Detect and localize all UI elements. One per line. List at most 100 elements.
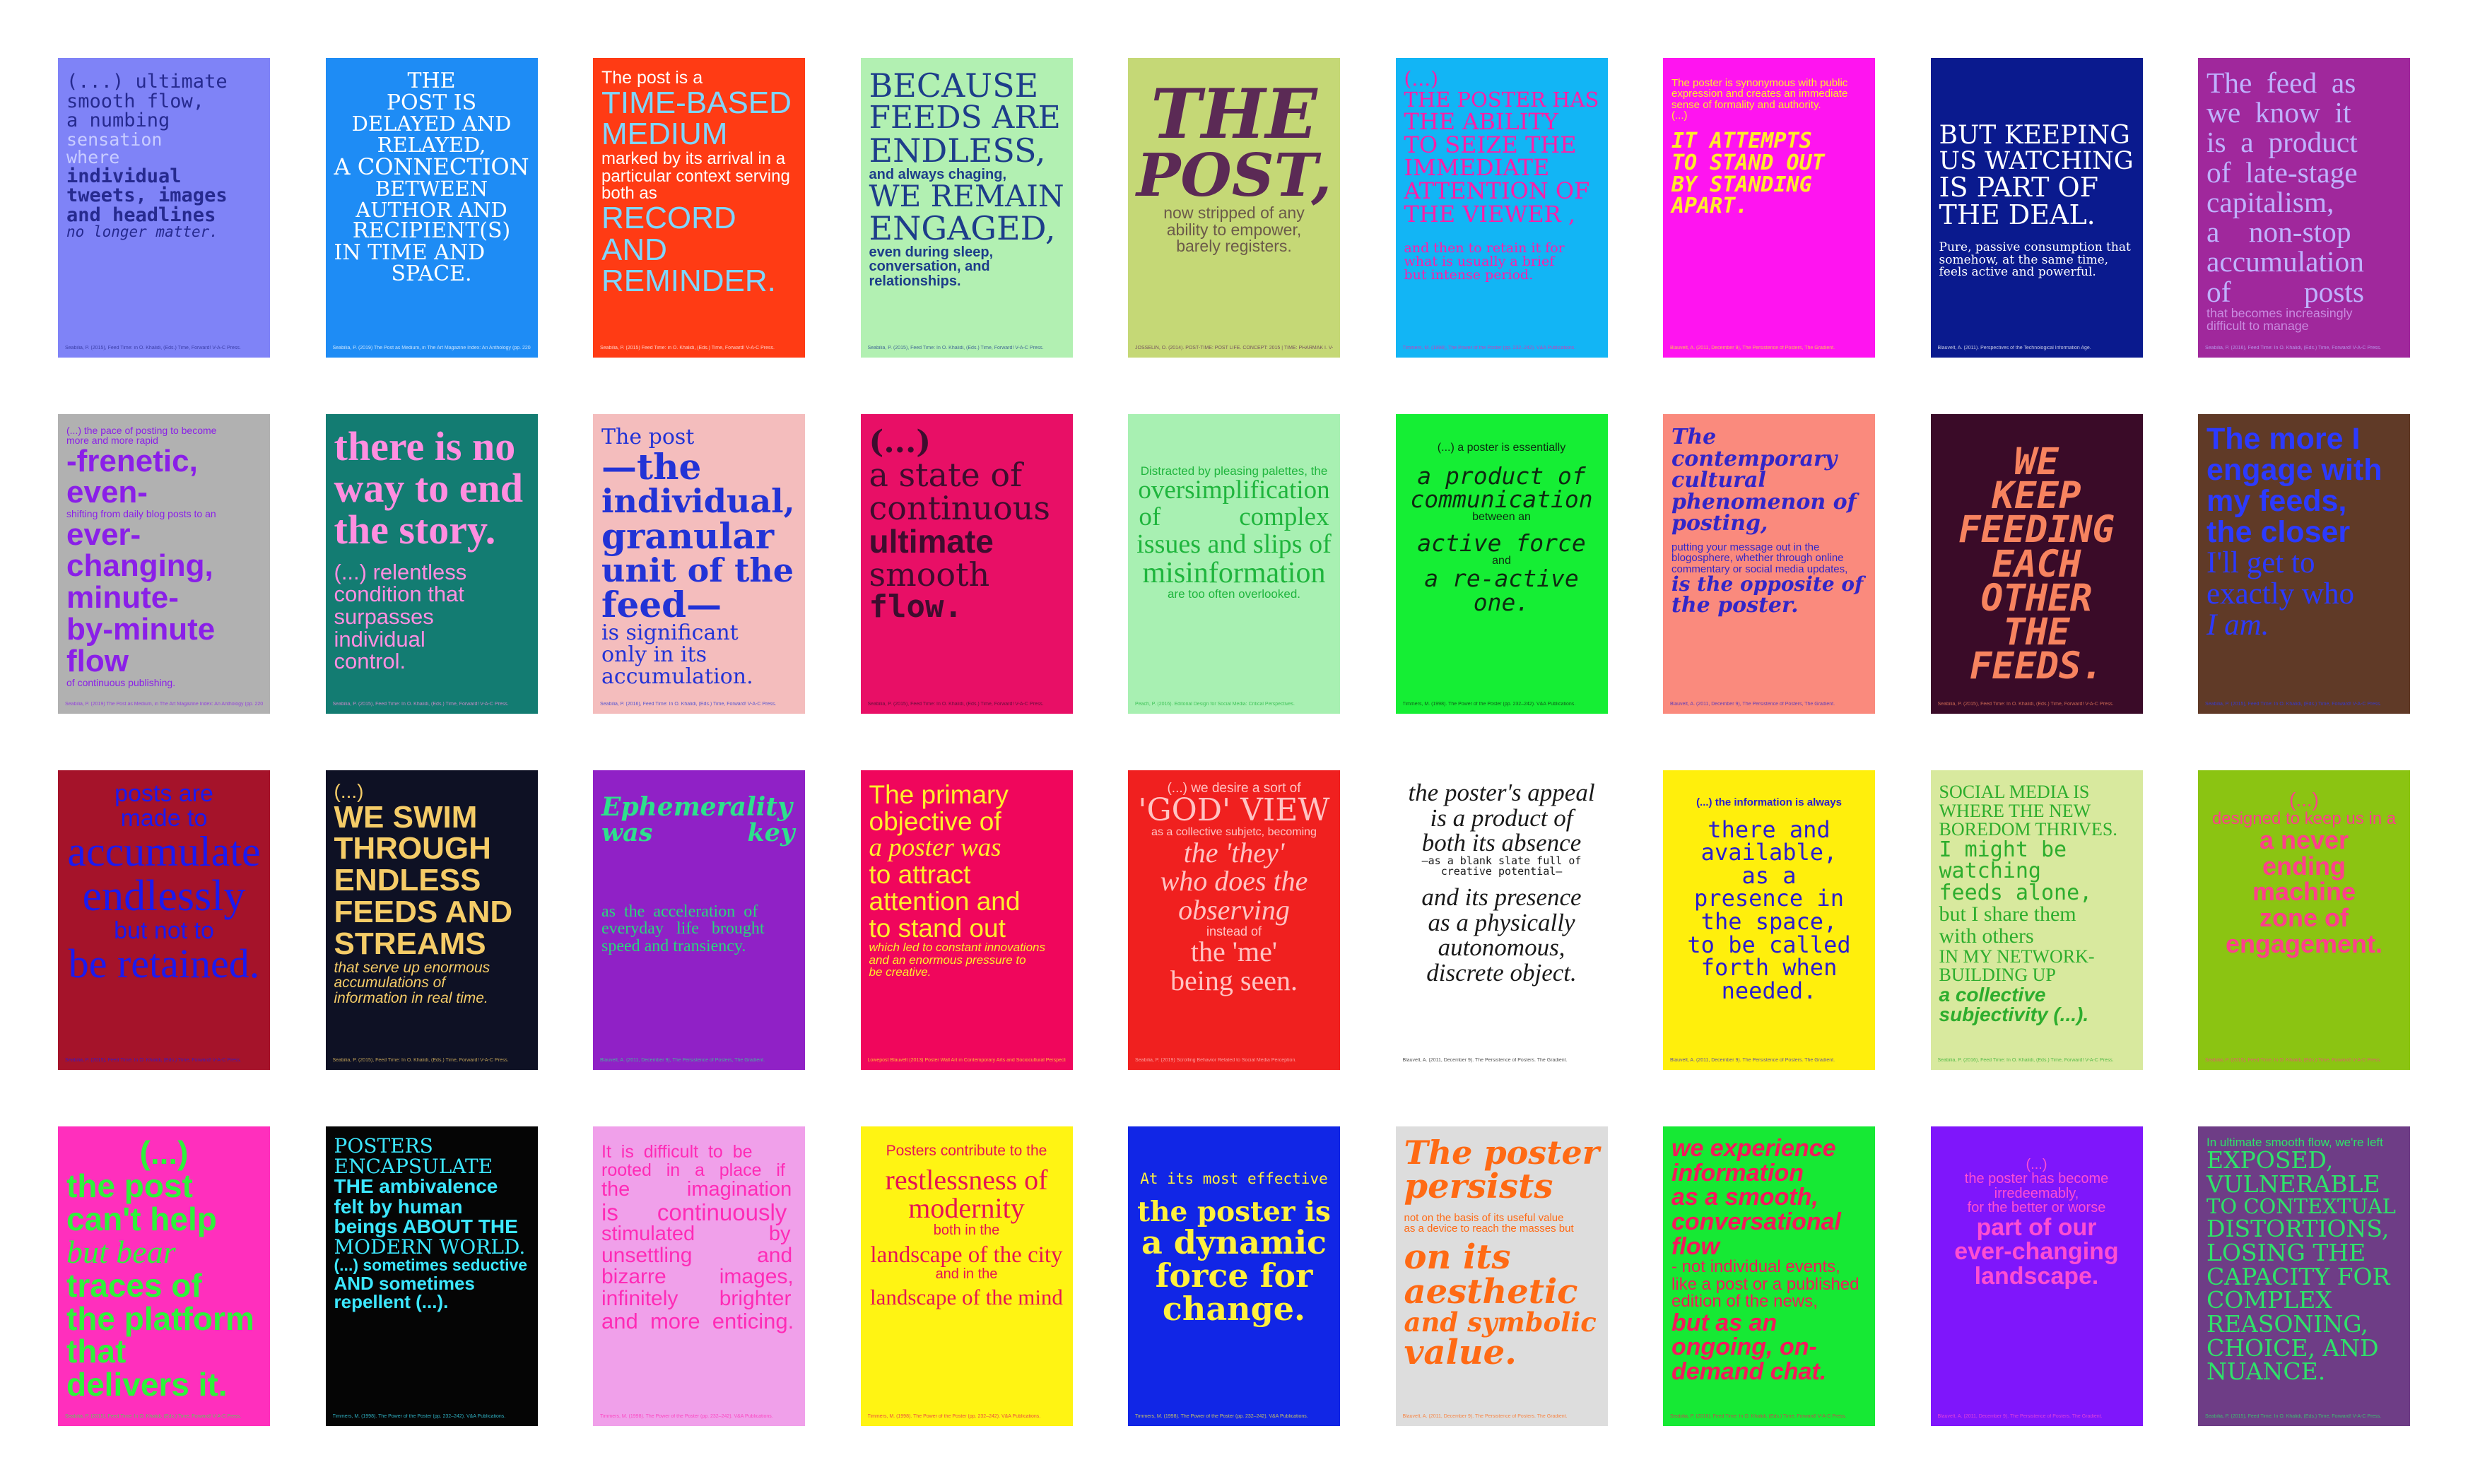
poster-line: discrete object. (1426, 958, 1577, 987)
poster-line: barely registers. (1176, 237, 1292, 256)
poster-card[interactable]: The feed as we know it is a product of late… (2198, 58, 2410, 358)
poster-line: I'll get to (2206, 546, 2315, 580)
poster-line: THE (407, 69, 456, 93)
poster-quote: (...) a poster is essentially a product … (1404, 442, 1599, 615)
poster-card[interactable]: (...) a poster is essentially a product … (1395, 414, 1608, 714)
poster-line: like a post or a published (1671, 1274, 1859, 1294)
poster-card[interactable]: It is difficult to be rooted in a place i… (593, 1126, 805, 1426)
poster-card[interactable]: (...) designed to keep us in aa never endi… (2198, 770, 2410, 1070)
poster-line: no longer matter. (66, 223, 218, 241)
poster-card[interactable]: (...) we desire a sort of 'GOD' VIEW as a … (1128, 770, 1340, 1070)
poster-line: ENDLESS (334, 863, 481, 898)
poster-card[interactable]: (...) a state of continuous ultimate smooth f… (860, 414, 1073, 714)
poster-line: A CONNECTION (334, 153, 529, 181)
poster-card[interactable]: The post is a TIME-BASED MEDIUM marked by i… (593, 58, 805, 358)
poster-card[interactable]: The contemporary cultural phenomenon of post… (1663, 414, 1875, 714)
poster-line: engagement. (2225, 929, 2383, 958)
poster-line: active force (1417, 529, 1586, 558)
poster-line: 'GOD' VIEW (1138, 792, 1330, 829)
poster-quote: BECAUSE FEEDS ARE ENDLESS, and always chagi… (869, 69, 1064, 288)
poster-card[interactable]: The more Iengage with my feeds, the closer… (2198, 414, 2410, 714)
poster-line: - not individual events, (1671, 1257, 1840, 1277)
poster-line: (...) (1404, 67, 1439, 90)
poster-quote: (...) the information is always there an… (1671, 797, 1867, 1003)
poster-line: REASONING, (2206, 1309, 2368, 1338)
poster-quote: WE KEEP FEEDING EACH OTHER THE FEEDS. (1939, 443, 2134, 685)
poster-line: accumulations of (334, 974, 446, 991)
poster-line: ever- (66, 517, 141, 552)
poster-line: only in its (601, 642, 707, 667)
poster-line: IMMEDIATE (1404, 154, 1550, 182)
poster-card[interactable]: (...) THE POSTER HAS THE ABILITY TO SEIZE T… (1395, 58, 1608, 358)
poster-quote: (...) the pace of posting to become more … (66, 425, 262, 688)
poster-card[interactable]: posts are made to accumulate endlessly but n… (58, 770, 270, 1070)
poster-line: (...) ultimate (66, 71, 228, 93)
poster-card[interactable]: At its most effective the poster is a dyn… (1128, 1126, 1340, 1426)
poster-line: on its (1404, 1237, 1511, 1277)
poster-citation: Seabilia, P. (2019) Scrolling Behavior R… (1135, 1058, 1297, 1064)
poster-line: to stand out (869, 913, 1006, 943)
poster-line: my feeds, (2206, 483, 2347, 518)
poster-line: -frenetic, (66, 443, 198, 478)
poster-line: DELAYED AND (351, 112, 512, 136)
poster-line: and an enormous pressure to (869, 953, 1026, 967)
poster-card[interactable]: (...) the information is always there an… (1663, 770, 1875, 1070)
poster-citation: Seabilia, P. (2016), Feed Time: In O. Kh… (600, 702, 777, 707)
poster-card[interactable]: (...) WE SWIM THROUGH ENDLESS FEEDS AND STREA… (325, 770, 538, 1070)
poster-card[interactable]: In ultimate smooth flow, we're left EXPOS… (2198, 1126, 2410, 1426)
poster-line: the poster's appeal (1408, 779, 1595, 806)
poster-card[interactable]: (...) ultimate smooth flow, a numbing sensa… (58, 58, 270, 358)
poster-line: BOREDOM THRIVES. (1939, 819, 2117, 840)
poster-card[interactable]: (...) the pace of posting to become more … (58, 414, 270, 714)
poster-line: the imagination (601, 1178, 792, 1201)
poster-line: WE SWIM (334, 799, 478, 835)
poster-line: objective of (869, 806, 1001, 836)
poster-line: observing (1178, 894, 1290, 926)
poster-line: made to (120, 804, 208, 832)
poster-card[interactable]: the poster's appeal is a product of both i… (1395, 770, 1608, 1070)
poster-line: the poster. (1671, 592, 1799, 618)
poster-citation: Seabilia, P. (2015), Feed Time: In O. Kh… (2205, 702, 2382, 707)
poster-card[interactable]: The post —the individual, granular unit of t… (593, 414, 805, 714)
poster-line: POSTERS (334, 1134, 433, 1158)
poster-line: accumulate (67, 828, 261, 876)
poster-line: BY STANDING (1671, 172, 1812, 197)
poster-line: continuous (869, 488, 1050, 527)
poster-line: LOSING THE (2206, 1238, 2366, 1266)
poster-quote: At its most effective the poster is a dyn… (1136, 1171, 1332, 1326)
poster-card[interactable]: Ephemerality was key as the acceleration … (593, 770, 805, 1070)
poster-citation: Seabilia, P. (2015), Feed Time: In O. Kh… (65, 1058, 242, 1064)
poster-card[interactable]: Distracted by pleasing palettes, the over… (1128, 414, 1340, 714)
poster-line: the 'they' (1183, 836, 1285, 868)
poster-citation: Seabilia, P. (2015), Feed Time: In O. Kh… (867, 346, 1044, 351)
poster-card[interactable]: THE POST IS DELAYED AND RELAYED, A CONNECTIO… (325, 58, 538, 358)
poster-line: way to end (334, 465, 523, 512)
poster-card[interactable]: we experience information as a smooth, conv… (1663, 1126, 1875, 1426)
poster-quote: The post —the individual, granular unit of t… (601, 426, 797, 688)
poster-line: marked by its arrival in a (601, 149, 786, 169)
poster-card[interactable]: there is no way to end the story. (...) re… (325, 414, 538, 714)
poster-line: the 'me' (1190, 936, 1278, 968)
poster-card[interactable]: (...) the post can't help but bear traces of… (58, 1126, 270, 1426)
poster-quote: The primary objective of a poster was to at… (869, 782, 1064, 979)
poster-line: that becomes increasingly (2206, 305, 2353, 320)
poster-line: and its presence (1421, 883, 1582, 911)
poster-card[interactable]: WE KEEP FEEDING EACH OTHER THE FEEDS. Seabilia,… (1930, 414, 2143, 714)
poster-line: (...) (139, 1134, 189, 1171)
poster-line: as the acceleration of (601, 902, 758, 921)
poster-card[interactable]: The poster is synonymous with public expr… (1663, 58, 1875, 358)
poster-line: flow. (869, 588, 963, 625)
poster-line: THE DEAL. (1939, 199, 2096, 231)
poster-line: POST IS (386, 90, 477, 115)
poster-card[interactable]: POSTERS ENCAPSULATE THE ambivalence felt by… (325, 1126, 538, 1426)
poster-card[interactable]: BUT KEEPING US WATCHING IS PART OF THE DEAL… (1930, 58, 2143, 358)
poster-card[interactable]: BECAUSE FEEDS ARE ENDLESS, and always chagi… (860, 58, 1073, 358)
poster-card[interactable]: Posters contribute to the restlessness o… (860, 1126, 1073, 1426)
poster-card[interactable]: The primary objective of a poster was to at… (860, 770, 1073, 1070)
poster-card[interactable]: The poster persists not on the basis of i… (1395, 1126, 1608, 1426)
poster-card[interactable]: (...) the poster has become irredeemably, f… (1930, 1126, 2143, 1426)
poster-card[interactable]: SOCIAL MEDIA IS WHERE THE NEW BOREDOM THRI… (1930, 770, 2143, 1070)
poster-card[interactable]: THE POST, now stripped of any ability to em… (1128, 58, 1340, 358)
poster-line: surpasses (334, 603, 434, 629)
poster-line: The feed as (2206, 66, 2356, 99)
